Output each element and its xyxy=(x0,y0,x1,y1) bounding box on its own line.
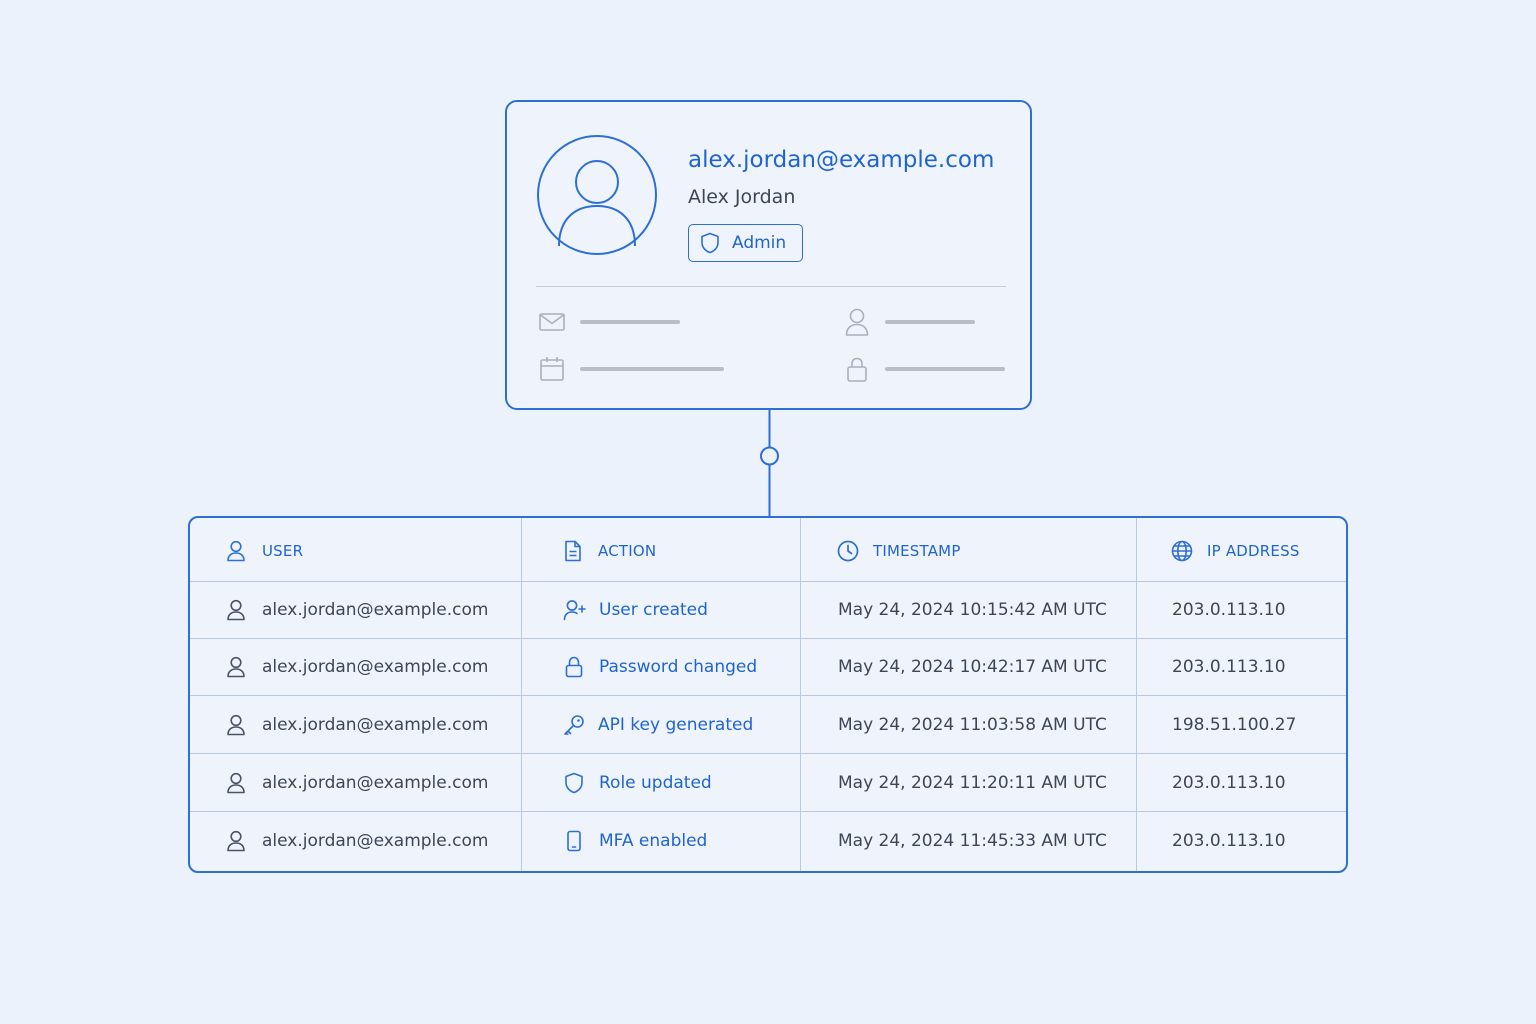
column-header-label: USER xyxy=(262,542,304,560)
lock-icon xyxy=(565,656,583,678)
table-cell-action: User created xyxy=(599,600,708,620)
table-cell-timestamp: May 24, 2024 11:03:58 AM UTC xyxy=(838,715,1107,735)
detail-user xyxy=(843,307,975,337)
profile-name: Alex Jordan xyxy=(688,186,796,208)
table-row-user[interactable]: alex.jordan@example.com xyxy=(226,713,488,737)
table-row-user[interactable]: alex.jordan@example.com xyxy=(226,771,488,795)
row-divider xyxy=(190,638,1346,639)
table-cell-user: alex.jordan@example.com xyxy=(262,715,489,735)
column-header-label: ACTION xyxy=(598,542,657,560)
user-icon xyxy=(227,599,245,621)
table-row-user[interactable]: alex.jordan@example.com xyxy=(226,829,488,853)
column-header-timestamp[interactable]: TIMESTAMP xyxy=(837,540,961,562)
detail-email xyxy=(538,311,680,333)
detail-placeholder-bar xyxy=(580,367,724,371)
table-row-action[interactable]: API key generated xyxy=(563,713,753,737)
detail-placeholder-bar xyxy=(580,320,680,324)
user-icon xyxy=(227,540,245,562)
column-header-user[interactable]: USER xyxy=(226,540,303,562)
user-icon xyxy=(227,714,245,736)
shield-icon xyxy=(701,232,719,254)
lock-icon xyxy=(847,357,867,382)
table-cell-ip: 203.0.113.10 xyxy=(1172,773,1286,793)
table-cell-user: alex.jordan@example.com xyxy=(262,773,489,793)
table-cell-timestamp: May 24, 2024 11:20:11 AM UTC xyxy=(838,773,1107,793)
table-cell-ip: 198.51.100.27 xyxy=(1172,715,1297,735)
table-row-action[interactable]: Password changed xyxy=(564,655,757,679)
table-cell-action: API key generated xyxy=(598,715,754,735)
table-row-action[interactable]: User created xyxy=(563,598,708,622)
detail-lock xyxy=(843,355,1005,383)
user-avatar-icon xyxy=(537,135,657,255)
table-row-action[interactable]: Role updated xyxy=(564,771,712,795)
user-icon xyxy=(227,656,245,678)
clock-icon xyxy=(837,540,859,562)
table-cell-action: Role updated xyxy=(599,773,712,793)
column-header-ip-address[interactable]: IP ADDRESS xyxy=(1171,540,1300,562)
user-icon xyxy=(845,308,869,336)
table-cell-timestamp: May 24, 2024 11:45:33 AM UTC xyxy=(838,831,1107,851)
detail-calendar xyxy=(538,355,724,383)
shield-icon xyxy=(565,772,583,794)
globe-icon xyxy=(1171,540,1193,562)
table-cell-user: alex.jordan@example.com xyxy=(262,831,489,851)
table-cell-ip: 203.0.113.10 xyxy=(1172,600,1286,620)
column-header-action[interactable]: ACTION xyxy=(564,540,656,562)
user-profile-card: alex.jordan@example.com Alex Jordan Admi… xyxy=(505,100,1032,410)
table-cell-user: alex.jordan@example.com xyxy=(262,657,489,677)
card-divider xyxy=(536,286,1006,287)
calendar-icon xyxy=(540,357,564,381)
table-cell-timestamp: May 24, 2024 10:42:17 AM UTC xyxy=(838,657,1107,677)
row-divider xyxy=(190,753,1346,754)
table-row-user[interactable]: alex.jordan@example.com xyxy=(226,655,488,679)
table-cell-action: Password changed xyxy=(599,657,758,677)
column-header-label: TIMESTAMP xyxy=(873,542,961,560)
mail-icon xyxy=(539,313,565,331)
row-divider xyxy=(190,581,1346,582)
table-cell-timestamp: May 24, 2024 10:15:42 AM UTC xyxy=(838,600,1107,620)
column-header-label: IP ADDRESS xyxy=(1207,542,1300,560)
smartphone-icon xyxy=(567,830,581,852)
table-cell-ip: 203.0.113.10 xyxy=(1172,831,1286,851)
user-icon xyxy=(227,830,245,852)
role-badge-label: Admin xyxy=(732,233,787,253)
table-row-action[interactable]: MFA enabled xyxy=(566,829,707,853)
row-divider xyxy=(190,811,1346,812)
user-plus-icon xyxy=(563,600,586,621)
row-divider xyxy=(190,695,1346,696)
document-icon xyxy=(565,540,581,562)
table-row-user[interactable]: alex.jordan@example.com xyxy=(226,598,488,622)
role-badge[interactable]: Admin xyxy=(688,224,803,262)
table-cell-user: alex.jordan@example.com xyxy=(262,600,489,620)
key-icon xyxy=(564,715,584,735)
user-icon xyxy=(227,772,245,794)
detail-placeholder-bar xyxy=(885,367,1005,371)
profile-email: alex.jordan@example.com xyxy=(688,147,995,173)
table-cell-action: MFA enabled xyxy=(599,831,708,851)
detail-placeholder-bar xyxy=(885,320,975,324)
table-cell-ip: 203.0.113.10 xyxy=(1172,657,1286,677)
audit-log-table: USER ACTION TIMESTAMP IP ADDRESS alex.jo… xyxy=(188,516,1348,873)
